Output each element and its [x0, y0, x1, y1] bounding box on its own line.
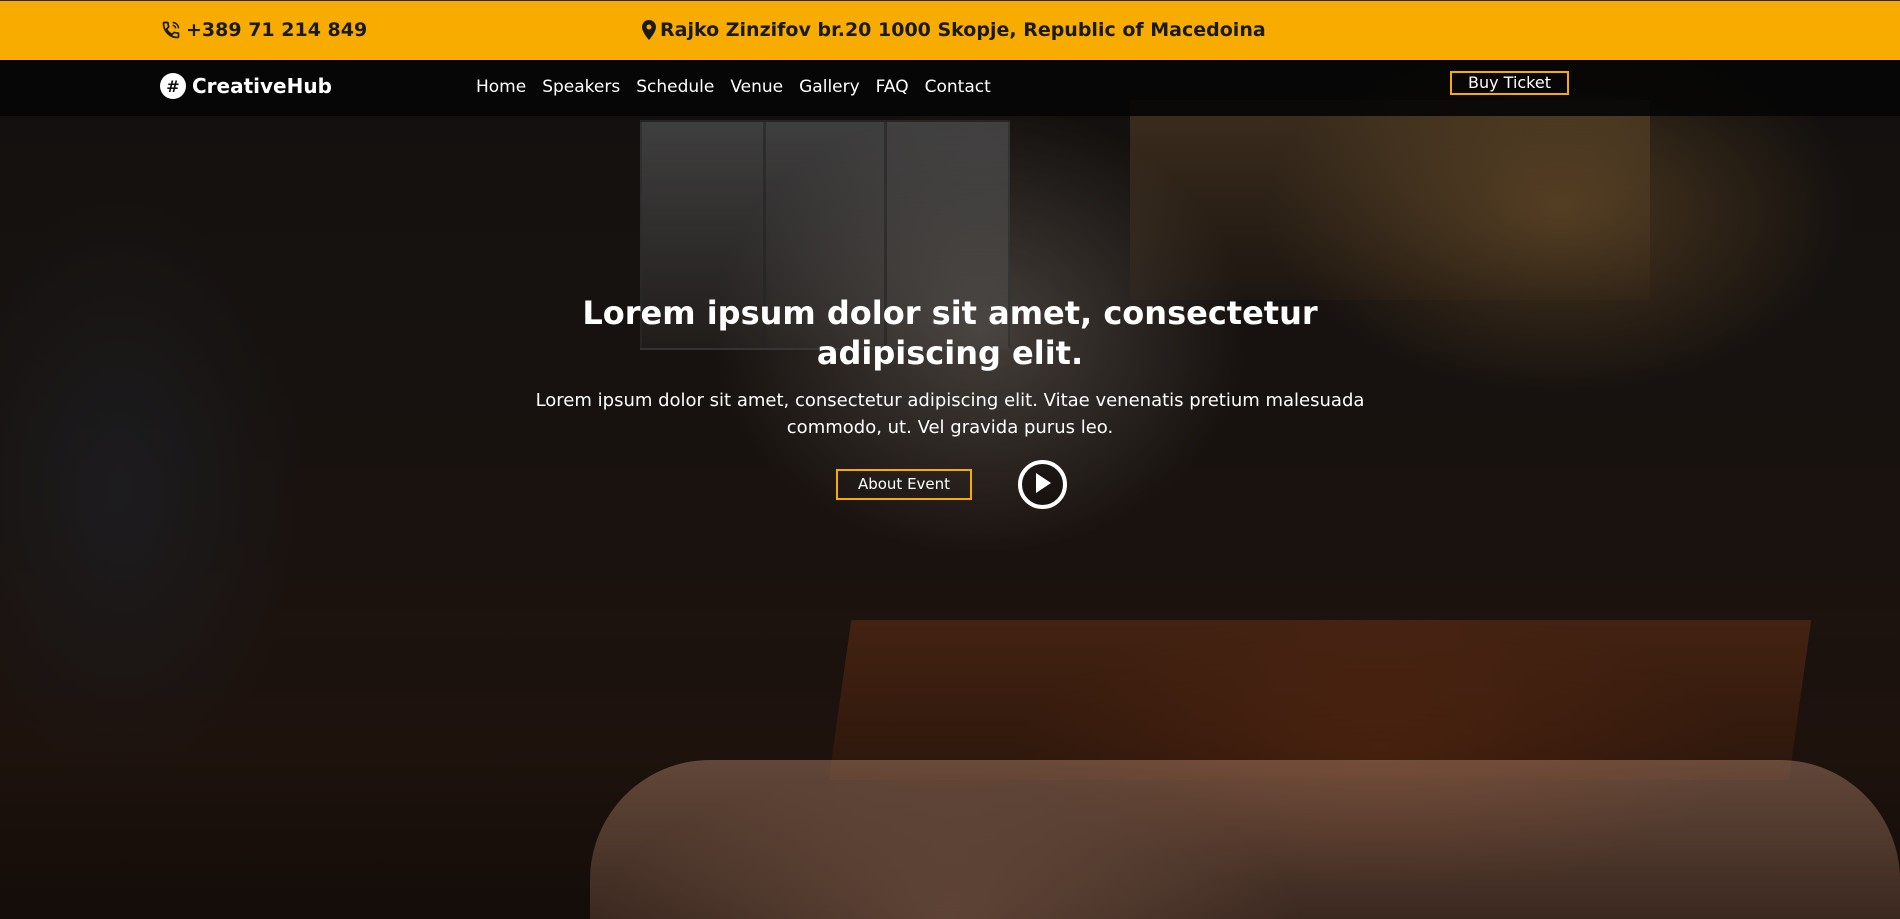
hero-title: Lorem ipsum dolor sit amet, consectetur … [582, 294, 1318, 372]
buy-ticket-button[interactable]: Buy Ticket [1450, 71, 1569, 95]
play-icon [1034, 472, 1052, 498]
main-navbar: # CreativeHub Home Speakers Schedule Ven… [0, 60, 1900, 116]
map-pin-icon [642, 20, 656, 40]
nav-link-gallery[interactable]: Gallery [799, 77, 860, 97]
hashtag-icon: # [160, 73, 186, 99]
nav-link-schedule[interactable]: Schedule [636, 77, 714, 97]
hero-content: Lorem ipsum dolor sit amet, consectetur … [0, 293, 1900, 441]
hero-subtitle: Lorem ipsum dolor sit amet, consectetur … [535, 390, 1365, 438]
address-contact: Rajko Zinzifov br.20 1000 Skopje, Republ… [642, 19, 1266, 41]
phone-number: +389 71 214 849 [186, 19, 368, 41]
phone-icon [160, 20, 182, 40]
nav-link-venue[interactable]: Venue [730, 77, 783, 97]
brand-logo[interactable]: # CreativeHub [160, 73, 332, 99]
nav-link-contact[interactable]: Contact [925, 77, 991, 97]
about-event-button[interactable]: About Event [836, 469, 972, 500]
nav-link-faq[interactable]: FAQ [876, 77, 909, 97]
address-text: Rajko Zinzifov br.20 1000 Skopje, Republ… [660, 19, 1266, 41]
nav-links: Home Speakers Schedule Venue Gallery FAQ… [476, 77, 991, 97]
nav-link-speakers[interactable]: Speakers [542, 77, 620, 97]
brand-name: CreativeHub [192, 74, 332, 98]
nav-link-home[interactable]: Home [476, 77, 526, 97]
hero-actions: About Event [836, 460, 1067, 509]
phone-contact[interactable]: +389 71 214 849 [160, 19, 367, 41]
play-video-button[interactable] [1018, 460, 1067, 509]
top-info-bar: +389 71 214 849 Rajko Zinzifov br.20 100… [0, 0, 1900, 60]
